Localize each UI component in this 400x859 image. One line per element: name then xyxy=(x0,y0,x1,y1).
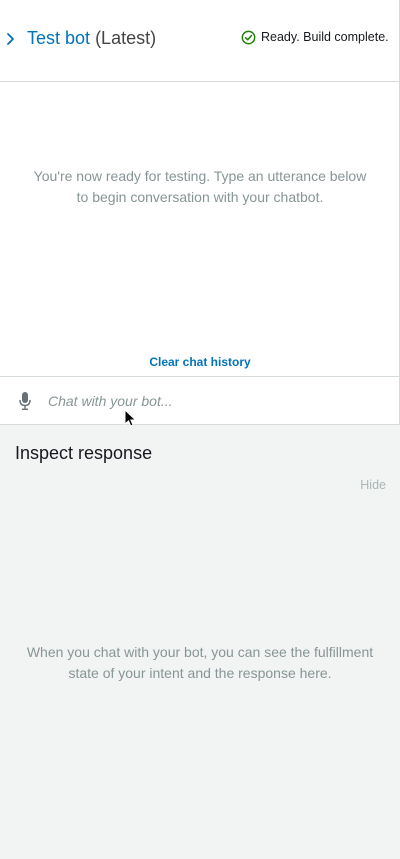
status-text: Ready. Build complete. xyxy=(261,30,389,44)
chat-empty-message: You're now ready for testing. Type an ut… xyxy=(33,168,367,205)
chat-area: You're now ready for testing. Type an ut… xyxy=(0,82,400,376)
version-label: (Latest) xyxy=(95,28,157,48)
test-bot-panel: Test bot (Latest) Ready. Build complete.… xyxy=(0,0,400,859)
inspect-response-title: Inspect response xyxy=(15,443,153,463)
clear-chat-history-link[interactable]: Clear chat history xyxy=(0,355,400,369)
microphone-icon[interactable] xyxy=(18,391,32,411)
panel-title[interactable]: Test bot (Latest) xyxy=(27,27,156,49)
hide-button[interactable]: Hide xyxy=(360,478,386,492)
inspect-empty-message: When you chat with your bot, you can see… xyxy=(26,644,374,681)
bot-name[interactable]: Test bot xyxy=(27,28,90,48)
build-status: Ready. Build complete. xyxy=(241,28,389,46)
check-circle-icon xyxy=(241,30,256,44)
inspect-response-section: Inspect response Hide When you chat with… xyxy=(0,425,400,859)
chat-input-bar xyxy=(0,376,400,425)
test-bot-header: Test bot (Latest) Ready. Build complete. xyxy=(0,0,400,82)
chat-input[interactable] xyxy=(40,387,380,415)
chevron-right-icon[interactable] xyxy=(5,30,17,48)
